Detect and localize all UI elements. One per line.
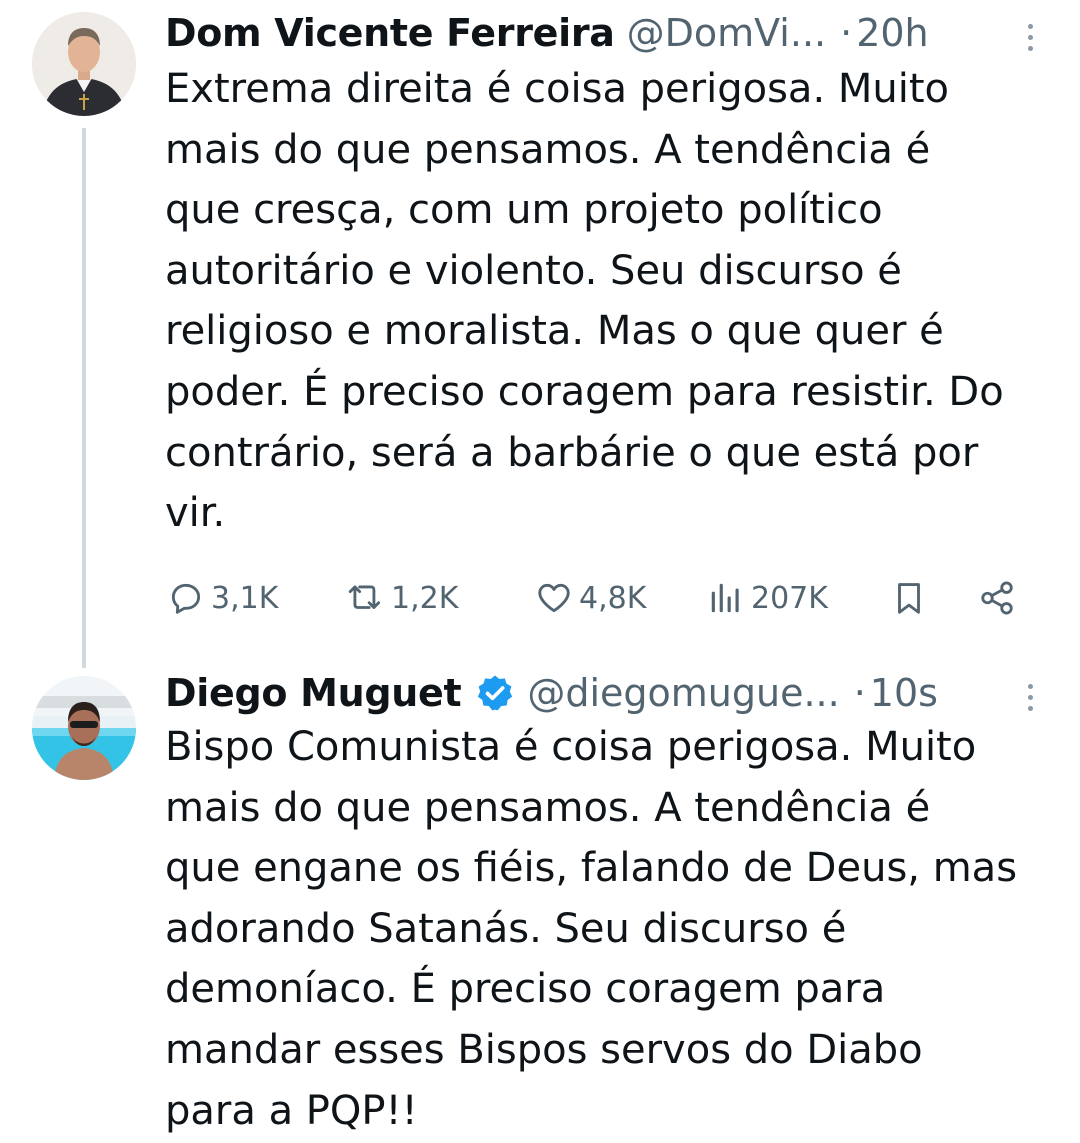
author-name[interactable]: Dom Vicente Ferreira xyxy=(165,5,615,61)
tweet-header: Dom Vicente Ferreira @DomVi... · 20h xyxy=(165,5,1040,61)
action-bar: 3,1K 1,2K 4,8K 207K xyxy=(165,570,1035,626)
priest-avatar-icon xyxy=(32,12,136,116)
author-handle[interactable]: @diegomugue... xyxy=(527,665,839,721)
retweet-button[interactable]: 1,2K xyxy=(347,570,458,626)
reply-icon xyxy=(171,583,201,614)
author-handle[interactable]: @DomVi... xyxy=(627,5,826,61)
reply-button[interactable]: 3,1K xyxy=(167,570,278,626)
views-button[interactable]: 207K xyxy=(707,570,828,626)
timestamp[interactable]: 10s xyxy=(870,665,938,721)
pool-selfie-avatar-icon xyxy=(32,676,136,780)
verified-badge-icon[interactable] xyxy=(475,673,515,713)
tweet-dom-vicente[interactable]: Dom Vicente Ferreira @DomVi... · 20h Ext… xyxy=(0,0,1080,668)
retweet-count: 1,2K xyxy=(391,580,459,616)
separator-dot: · xyxy=(853,671,866,715)
bookmark-button[interactable] xyxy=(890,570,934,626)
tweet-text: Extrema direita é coisa perigosa. Muito … xyxy=(165,66,1004,537)
tweet-text: Bispo Comunista é coisa perigosa. Muito … xyxy=(165,724,1018,1134)
like-button[interactable]: 4,8K xyxy=(535,570,646,626)
tweet-diego-muguet[interactable]: Diego Muguet @diegomugue... · 10s Bispo … xyxy=(0,660,1080,1143)
author-name[interactable]: Diego Muguet xyxy=(165,665,462,721)
bookmark-icon xyxy=(898,583,920,614)
thread-line xyxy=(82,128,86,668)
more-options-icon[interactable] xyxy=(1026,684,1034,714)
timestamp[interactable]: 20h xyxy=(856,5,928,61)
tweet-header: Diego Muguet @diegomugue... · 10s xyxy=(165,665,1040,721)
avatar[interactable] xyxy=(32,12,136,116)
avatar[interactable] xyxy=(32,676,136,780)
like-count: 4,8K xyxy=(579,580,647,616)
retweet-icon xyxy=(348,585,381,609)
views-chart-icon xyxy=(711,583,739,613)
more-options-icon[interactable] xyxy=(1026,24,1034,54)
reply-count: 3,1K xyxy=(211,580,279,616)
share-icon xyxy=(981,581,1013,615)
heart-icon xyxy=(538,583,570,613)
separator-dot: · xyxy=(840,11,853,55)
views-count: 207K xyxy=(751,580,828,616)
share-button[interactable] xyxy=(978,570,1022,626)
